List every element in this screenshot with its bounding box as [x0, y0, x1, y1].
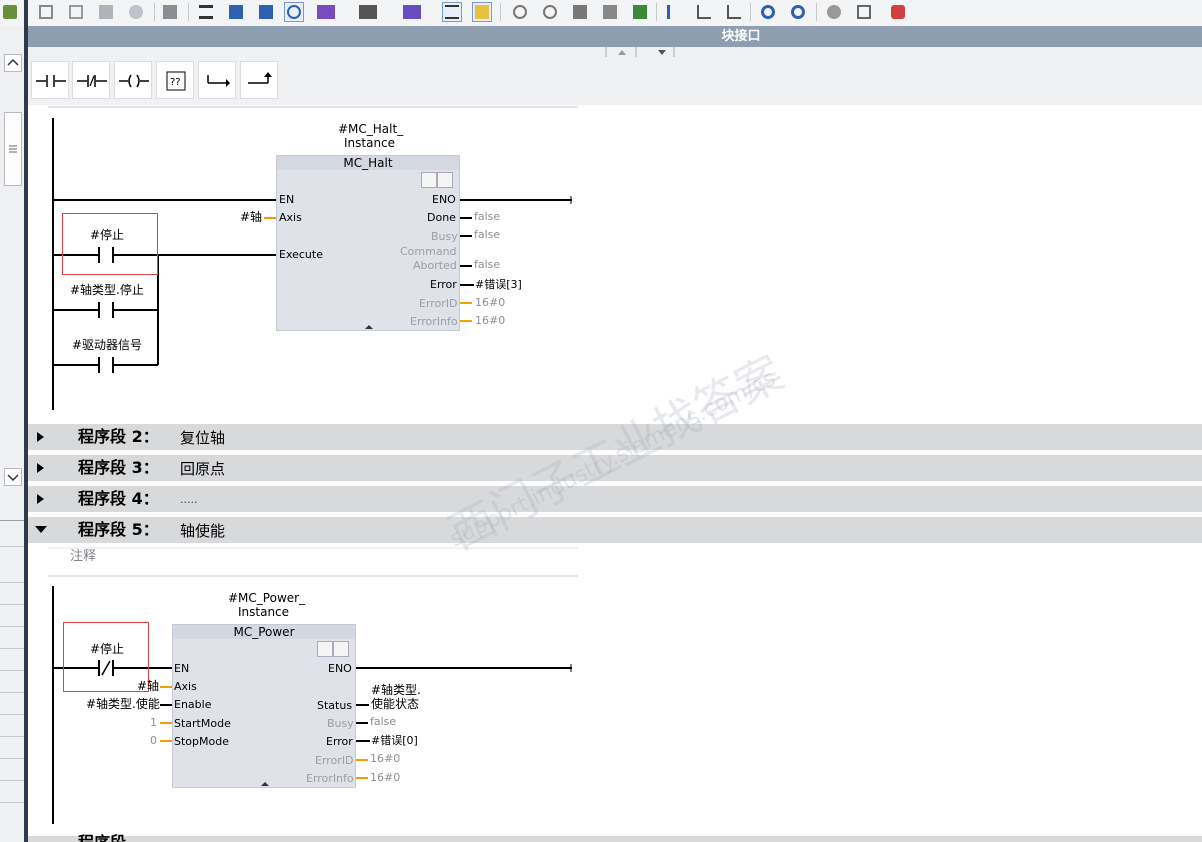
value-error[interactable]: #错误[0] [371, 734, 418, 748]
pin-eno: ENO [328, 662, 352, 675]
pin-stopmode: StopMode [174, 735, 229, 748]
pin-errorinfo: ErrorInfo [306, 772, 354, 785]
pin-en: EN [174, 662, 190, 675]
status-tag-line1[interactable]: #轴类型. [371, 683, 421, 697]
expand-arrow-icon[interactable] [261, 781, 269, 787]
power-instance-line2: Instance [238, 605, 290, 619]
value-errorinfo: 16#0 [370, 771, 401, 784]
pin-error: Error [326, 735, 353, 748]
pin-enable: Enable [174, 698, 212, 711]
pin-errorid: ErrorID [315, 754, 354, 767]
status-tag-line2[interactable]: 使能状态 [371, 697, 419, 711]
block-help-icon[interactable] [333, 641, 349, 657]
value-busy: false [370, 715, 397, 728]
pin-busy: Busy [327, 717, 354, 730]
pin-axis: Axis [174, 680, 197, 693]
block-name: MC_Power [233, 625, 295, 639]
block-info-icon[interactable] [317, 641, 333, 657]
startmode-value[interactable]: 1 [150, 716, 157, 730]
pin-startmode: StartMode [174, 717, 231, 730]
power-enable-tag[interactable]: #轴类型.使能 [86, 697, 160, 711]
power-axis-tag[interactable]: #轴 [137, 679, 159, 693]
value-errorid: 16#0 [370, 752, 401, 765]
stopmode-value[interactable]: 0 [150, 734, 157, 748]
pin-status: Status [317, 699, 353, 712]
power-instance-line1: #MC_Power_ [228, 591, 306, 605]
